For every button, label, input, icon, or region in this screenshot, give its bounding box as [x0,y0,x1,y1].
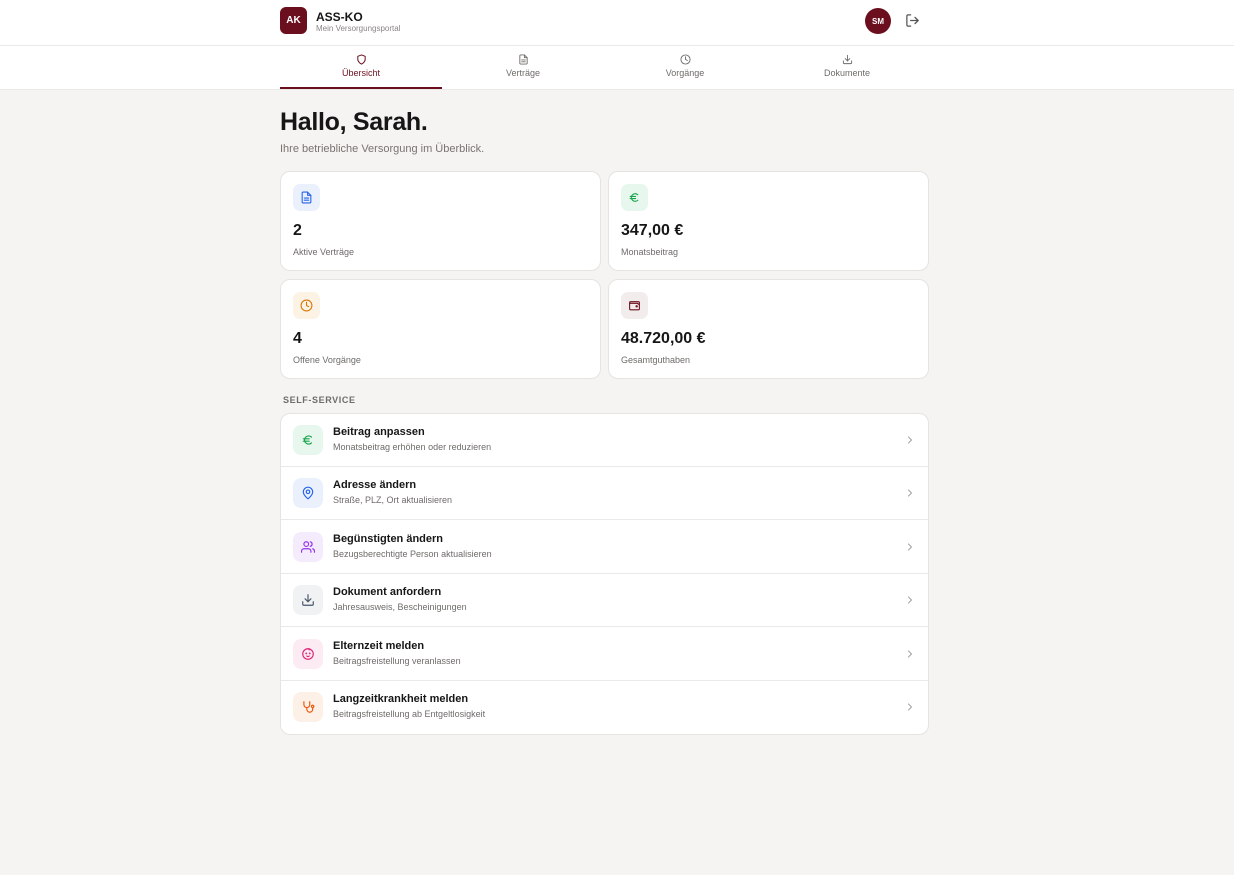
document-icon [518,54,528,65]
service-description: Straße, PLZ, Ort aktualisieren [333,495,453,505]
service-icon [293,532,323,562]
stat-card-total-balance: 48.720,00 € Gesamtguthaben [608,279,929,379]
tab-label: Vorgänge [665,68,705,78]
service-description: Beitragsfreistellung veranlassen [333,656,461,666]
chevron-right-icon [907,436,913,444]
service-description: Beitragsfreistellung ab Entgeltlosigkeit [333,709,486,719]
page-title: Hallo, Sarah. [280,108,428,136]
tab-vertraege[interactable]: Verträge [442,46,604,89]
tab-label: Verträge [505,68,541,78]
stat-value: 4 [293,330,302,347]
service-item-beitrag-anpassen[interactable]: Beitrag anpassen Monatsbeitrag erhöhen o… [281,414,928,467]
service-icon [293,425,323,455]
service-item-elternzeit-melden[interactable]: Elternzeit melden Beitragsfreistellung v… [281,628,928,681]
chevron-right-icon [907,596,913,604]
stat-card-monthly-contribution: 347,00 € Monatsbeitrag [608,171,929,271]
stat-label: Offene Vorgänge [293,355,361,365]
service-title: Adresse ändern [333,479,417,491]
stat-icon [621,292,648,319]
stat-value: 48.720,00 € [621,330,706,347]
service-description: Monatsbeitrag erhöhen oder reduzieren [333,442,492,452]
main-tabs: Übersicht Verträge Vorgänge Dokumente [0,46,1234,90]
service-item-langzeitkrankheit-melden[interactable]: Langzeitkrankheit melden Beitragsfreiste… [281,681,928,734]
logout-icon[interactable] [905,13,920,28]
service-title: Dokument anfordern [333,586,442,598]
service-item-adresse-aendern[interactable]: Adresse ändern Straße, PLZ, Ort aktualis… [281,467,928,520]
section-title-self-service: SELF-SERVICE [283,395,356,405]
brand-name: ASS-KO [316,10,363,24]
tab-label: Übersicht [341,68,380,78]
service-title: Langzeitkrankheit melden [333,693,469,705]
download-icon [842,54,852,65]
euro-icon [302,435,313,445]
download-icon [302,594,314,606]
tab-uebersicht[interactable]: Übersicht [280,46,442,89]
chevron-right-icon [907,650,913,658]
stat-icon [293,292,320,319]
avatar[interactable]: SM [865,8,891,34]
stethoscope-icon [303,701,315,713]
stat-card-open-processes: 4 Offene Vorgänge [280,279,601,379]
service-icon [293,478,323,508]
page-subtitle: Ihre betriebliche Versorgung im Überblic… [280,143,485,155]
logo[interactable]: AK [280,7,307,34]
service-title: Beitrag anpassen [333,426,425,438]
service-item-dokument-anfordern[interactable]: Dokument anfordern Jahresausweis, Besche… [281,574,928,627]
service-description: Jahresausweis, Bescheinigungen [333,602,467,612]
stat-value: 2 [293,222,302,239]
map-pin-icon [302,486,314,500]
service-icon [293,585,323,615]
euro-icon [629,193,639,202]
service-title: Elternzeit melden [333,640,425,652]
service-icon [293,692,323,722]
stat-label: Gesamtguthaben [621,355,691,365]
tab-dokumente[interactable]: Dokumente [766,46,928,89]
tab-label: Dokumente [823,68,871,78]
clock-icon [679,54,691,65]
stat-label: Monatsbeitrag [621,247,679,257]
service-item-beguenstigten-aendern[interactable]: Begünstigten ändern Bezugsberechtigte Pe… [281,521,928,574]
chevron-right-icon [907,703,913,711]
shield-icon [356,54,366,65]
self-service-list: Beitrag anpassen Monatsbeitrag erhöhen o… [280,413,929,735]
chevron-right-icon [907,543,913,551]
stat-icon [293,184,320,211]
service-description: Bezugsberechtigte Person aktualisieren [333,549,492,559]
top-bar: AK ASS-KO Mein Versorgungsportal SM [0,0,1234,46]
brand-subtitle: Mein Versorgungsportal [316,24,401,33]
stat-value: 347,00 € [621,222,684,239]
wallet-icon [629,301,640,311]
users-icon [301,541,315,553]
service-title: Begünstigten ändern [333,533,444,545]
tab-vorgaenge[interactable]: Vorgänge [604,46,766,89]
document-icon [301,191,312,204]
clock-icon [300,299,313,312]
stat-card-active-contracts: 2 Aktive Verträge [280,171,601,271]
stat-icon [621,184,648,211]
chevron-right-icon [907,489,913,497]
baby-icon [302,648,314,660]
stat-label: Aktive Verträge [293,247,355,257]
service-icon [293,639,323,669]
